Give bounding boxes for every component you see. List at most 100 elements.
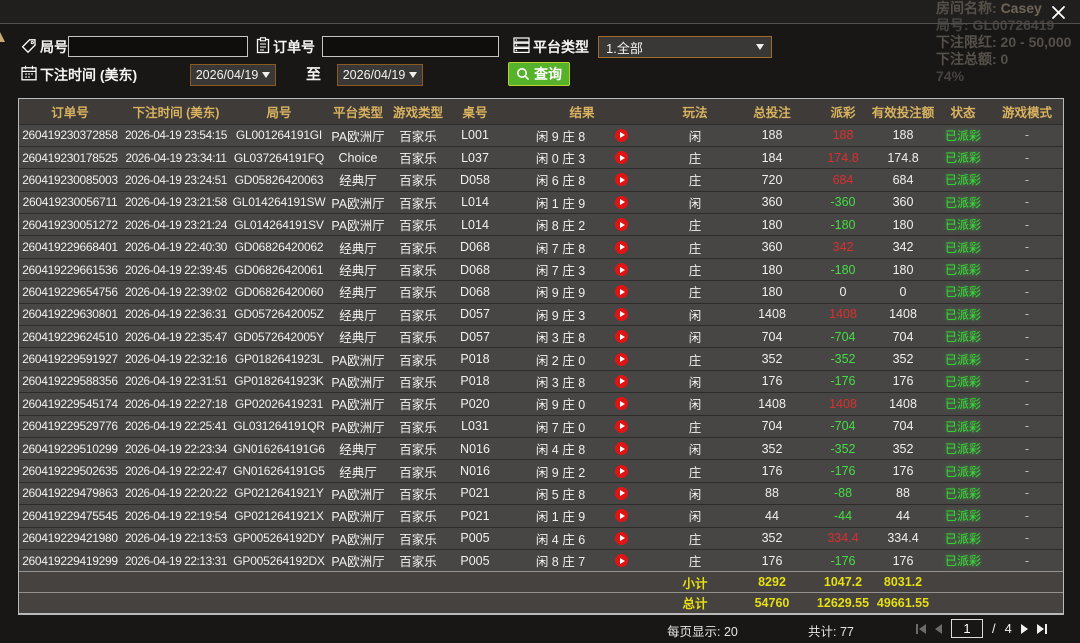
result-text: 闲 9 庄 2 — [536, 462, 585, 481]
total-row-empty — [389, 592, 447, 613]
column-header-bet-time: 下注时间 (美东) — [121, 99, 231, 124]
cell-bet-time: 2026-04-19 22:31:51 — [121, 370, 231, 392]
platform-type-select[interactable]: 1.全部 — [598, 36, 772, 58]
play-icon[interactable] — [615, 375, 628, 388]
column-header-play-type: 玩法 — [661, 99, 729, 124]
cell-result: 闲 7 庄 8 — [503, 236, 661, 258]
cell-round-number: GP0182641923K — [231, 370, 327, 392]
cell-game-mode: - — [991, 505, 1063, 527]
page-number-input[interactable] — [951, 619, 983, 638]
cell-order-number: 260419230056711 — [19, 191, 121, 213]
prev-page-button[interactable] — [935, 624, 942, 634]
next-page-button[interactable] — [1021, 624, 1028, 634]
cell-result: 闲 9 庄 9 — [503, 281, 661, 303]
cell-round-number: GL001264191GI — [231, 124, 327, 146]
play-icon[interactable] — [615, 554, 628, 567]
cell-bet-time: 2026-04-19 22:13:53 — [121, 527, 231, 549]
table-row: 2604192296308012026-04-19 22:36:31GD0572… — [19, 303, 1063, 325]
first-page-button[interactable] — [916, 624, 926, 634]
result-text: 闲 6 庄 8 — [536, 170, 585, 189]
play-icon[interactable] — [615, 196, 628, 209]
cell-game-mode: - — [991, 482, 1063, 504]
cell-game-mode: - — [991, 549, 1063, 571]
cell-total-bet: 176 — [729, 460, 815, 482]
cell-round-number: GL031264191QR — [231, 415, 327, 437]
play-icon[interactable] — [615, 509, 628, 522]
cell-game-mode: - — [991, 370, 1063, 392]
cell-bet-time: 2026-04-19 23:24:51 — [121, 169, 231, 191]
cell-table-number: L014 — [447, 214, 503, 236]
last-page-button[interactable] — [1037, 624, 1047, 634]
cell-valid-bet: 342 — [871, 236, 935, 258]
cell-payout: -176 — [815, 549, 871, 571]
order-number-input[interactable] — [322, 36, 499, 57]
play-icon[interactable] — [615, 532, 628, 545]
cell-total-bet: 180 — [729, 258, 815, 280]
bet-records-table: 订单号下注时间 (美东)局号平台类型游戏类型桌号结果玩法总投注派彩有效投注额状态… — [18, 98, 1064, 615]
play-icon[interactable] — [615, 151, 628, 164]
cell-game-mode: - — [991, 281, 1063, 303]
cell-payout: 1408 — [815, 393, 871, 415]
round-number-input[interactable] — [68, 36, 248, 57]
result-text: 闲 4 庄 8 — [536, 439, 585, 458]
subtotal-row-empty — [503, 572, 661, 593]
platform-list-icon — [513, 37, 530, 53]
cell-order-number: 260419229545174 — [19, 393, 121, 415]
total-row-empty — [991, 592, 1063, 613]
cell-table-number: L031 — [447, 415, 503, 437]
cell-table-number: P005 — [447, 549, 503, 571]
cell-platform-type: 经典厅 — [327, 236, 389, 258]
play-icon[interactable] — [615, 218, 628, 231]
table-row: 2604192295451742026-04-19 22:27:18GP0202… — [19, 393, 1063, 415]
cell-valid-bet: 1408 — [871, 393, 935, 415]
cell-round-number: GD06826420061 — [231, 258, 327, 280]
cell-payout: 334.4 — [815, 527, 871, 549]
cell-total-bet: 352 — [729, 437, 815, 459]
cell-bet-time: 2026-04-19 22:32:16 — [121, 348, 231, 370]
cell-status: 已派彩 — [935, 303, 991, 325]
cell-game-type: 百家乐 — [389, 527, 447, 549]
cell-table-number: P018 — [447, 370, 503, 392]
cell-order-number: 260419230178525 — [19, 146, 121, 168]
cell-result: 闲 8 庄 7 — [503, 549, 661, 571]
cell-bet-time: 2026-04-19 22:13:31 — [121, 549, 231, 571]
table-header-row: 订单号下注时间 (美东)局号平台类型游戏类型桌号结果玩法总投注派彩有效投注额状态… — [19, 99, 1063, 124]
cell-round-number: GP0212641921Y — [231, 482, 327, 504]
cell-game-type: 百家乐 — [389, 437, 447, 459]
cell-payout: 1408 — [815, 303, 871, 325]
result-text: 闲 3 庄 8 — [536, 327, 585, 346]
play-icon[interactable] — [615, 397, 628, 410]
play-icon[interactable] — [615, 487, 628, 500]
cell-total-bet: 352 — [729, 348, 815, 370]
cell-game-type: 百家乐 — [389, 146, 447, 168]
play-icon[interactable] — [615, 241, 628, 254]
cell-bet-time: 2026-04-19 22:27:18 — [121, 393, 231, 415]
cell-game-type: 百家乐 — [389, 549, 447, 571]
date-from-picker[interactable]: 2026/04/19 — [190, 64, 276, 86]
play-icon[interactable] — [615, 285, 628, 298]
play-icon[interactable] — [615, 420, 628, 433]
play-icon[interactable] — [615, 173, 628, 186]
play-icon[interactable] — [615, 263, 628, 276]
cell-payout: -704 — [815, 326, 871, 348]
close-icon[interactable] — [1048, 2, 1068, 22]
query-button[interactable]: 查询 — [508, 62, 570, 86]
cell-valid-bet: 176 — [871, 549, 935, 571]
table-row: 2604192296245102026-04-19 22:35:47GD0572… — [19, 326, 1063, 348]
subtotal-row-valid-bet: 8031.2 — [871, 572, 935, 593]
cell-valid-bet: 176 — [871, 460, 935, 482]
play-icon[interactable] — [615, 353, 628, 366]
cell-table-number: P021 — [447, 482, 503, 504]
date-to-picker[interactable]: 2026/04/19 — [337, 64, 423, 86]
play-icon[interactable] — [615, 129, 628, 142]
play-icon[interactable] — [615, 308, 628, 321]
play-icon[interactable] — [615, 330, 628, 343]
cell-valid-bet: 44 — [871, 505, 935, 527]
play-icon[interactable] — [615, 442, 628, 455]
cell-total-bet: 188 — [729, 124, 815, 146]
subtotal-row-total-bet: 8292 — [729, 572, 815, 593]
cell-game-mode: - — [991, 236, 1063, 258]
cell-play-type: 庄 — [661, 549, 729, 571]
cell-game-type: 百家乐 — [389, 505, 447, 527]
play-icon[interactable] — [615, 465, 628, 478]
